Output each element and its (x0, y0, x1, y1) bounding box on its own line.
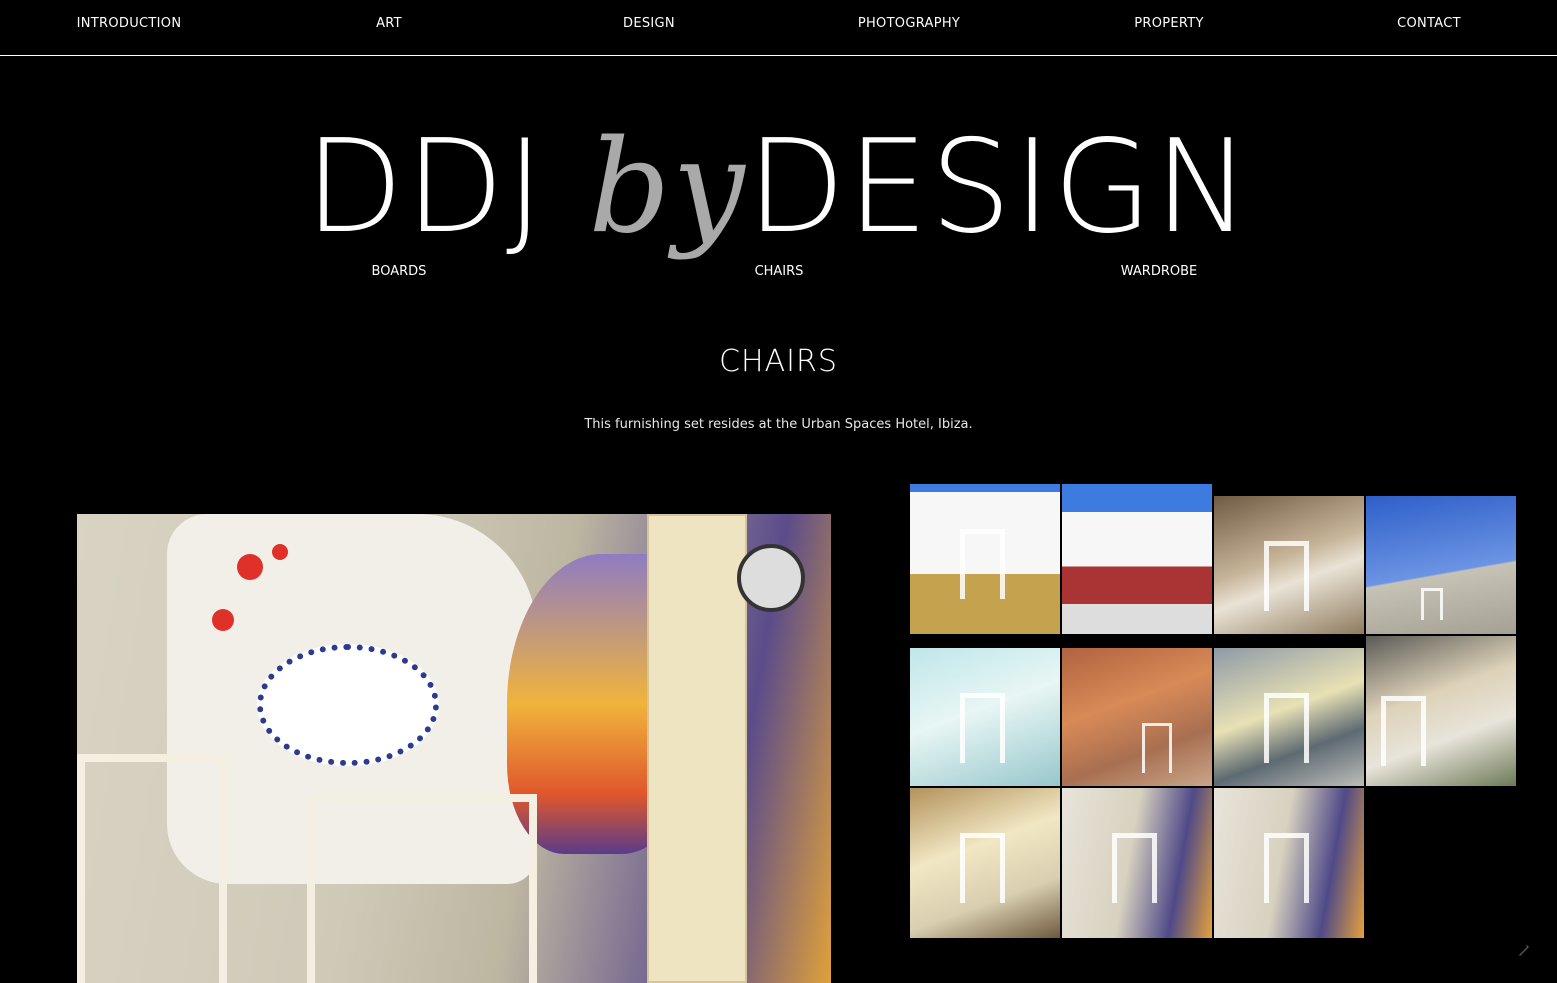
nav-photography[interactable]: PHOTOGRAPHY (858, 16, 960, 31)
hero-chair (307, 794, 537, 983)
section-title: CHAIRS (719, 344, 838, 379)
chair-shape (1381, 696, 1426, 766)
hero-dot (212, 609, 234, 631)
nav-contact[interactable]: CONTACT (1397, 16, 1461, 31)
gallery-thumb-9[interactable] (910, 788, 1060, 938)
hero-oval (257, 644, 439, 766)
section-description: This furnishing set resides at the Urban… (584, 417, 973, 432)
gallery-thumb-5[interactable] (910, 648, 1060, 786)
nav-property[interactable]: PROPERTY (1134, 16, 1204, 31)
gallery-thumb-8[interactable] (1366, 636, 1516, 786)
gallery-thumb-11[interactable] (1214, 788, 1364, 938)
chair-shape (1264, 541, 1309, 611)
chair-shape (1264, 833, 1309, 903)
hero-chair (77, 754, 227, 983)
nav-design[interactable]: DESIGN (623, 16, 675, 31)
logo-ddj: DDJ (304, 113, 546, 262)
subnav-wardrobe[interactable]: WARDROBE (1121, 264, 1197, 279)
chair-shape (960, 833, 1005, 903)
gallery-thumb-1[interactable] (910, 484, 1060, 634)
hero-clock (647, 514, 747, 983)
gallery-thumb-6[interactable] (1062, 648, 1212, 786)
chair-shape (1142, 723, 1172, 773)
chair-shape (960, 693, 1005, 763)
gallery-thumb-2[interactable] (1062, 484, 1212, 634)
chair-shape (960, 529, 1005, 599)
hero-dot (272, 544, 288, 560)
site-logo[interactable]: DDJ byDESIGN (0, 118, 1557, 258)
subnav-chairs[interactable]: CHAIRS (755, 264, 804, 279)
edit-icon[interactable] (1516, 942, 1532, 958)
nav-introduction[interactable]: INTRODUCTION (77, 16, 182, 31)
gallery-thumb-7[interactable] (1214, 648, 1364, 786)
logo-by: by (588, 113, 747, 262)
hero-image[interactable] (77, 514, 831, 983)
subnav-boards[interactable]: BOARDS (372, 264, 427, 279)
gallery-thumb-10[interactable] (1062, 788, 1212, 938)
nav-art[interactable]: ART (376, 16, 402, 31)
logo-design: DESIGN (746, 113, 1253, 262)
chair-shape (1421, 588, 1443, 620)
gallery-thumb-3[interactable] (1214, 496, 1364, 634)
main-navigation: INTRODUCTION ART DESIGN PHOTOGRAPHY PROP… (0, 0, 1557, 56)
chair-shape (1264, 693, 1309, 763)
hero-dot (237, 554, 263, 580)
gallery-thumb-4[interactable] (1366, 496, 1516, 634)
chair-shape (1112, 833, 1157, 903)
hero-clockface (737, 544, 805, 612)
